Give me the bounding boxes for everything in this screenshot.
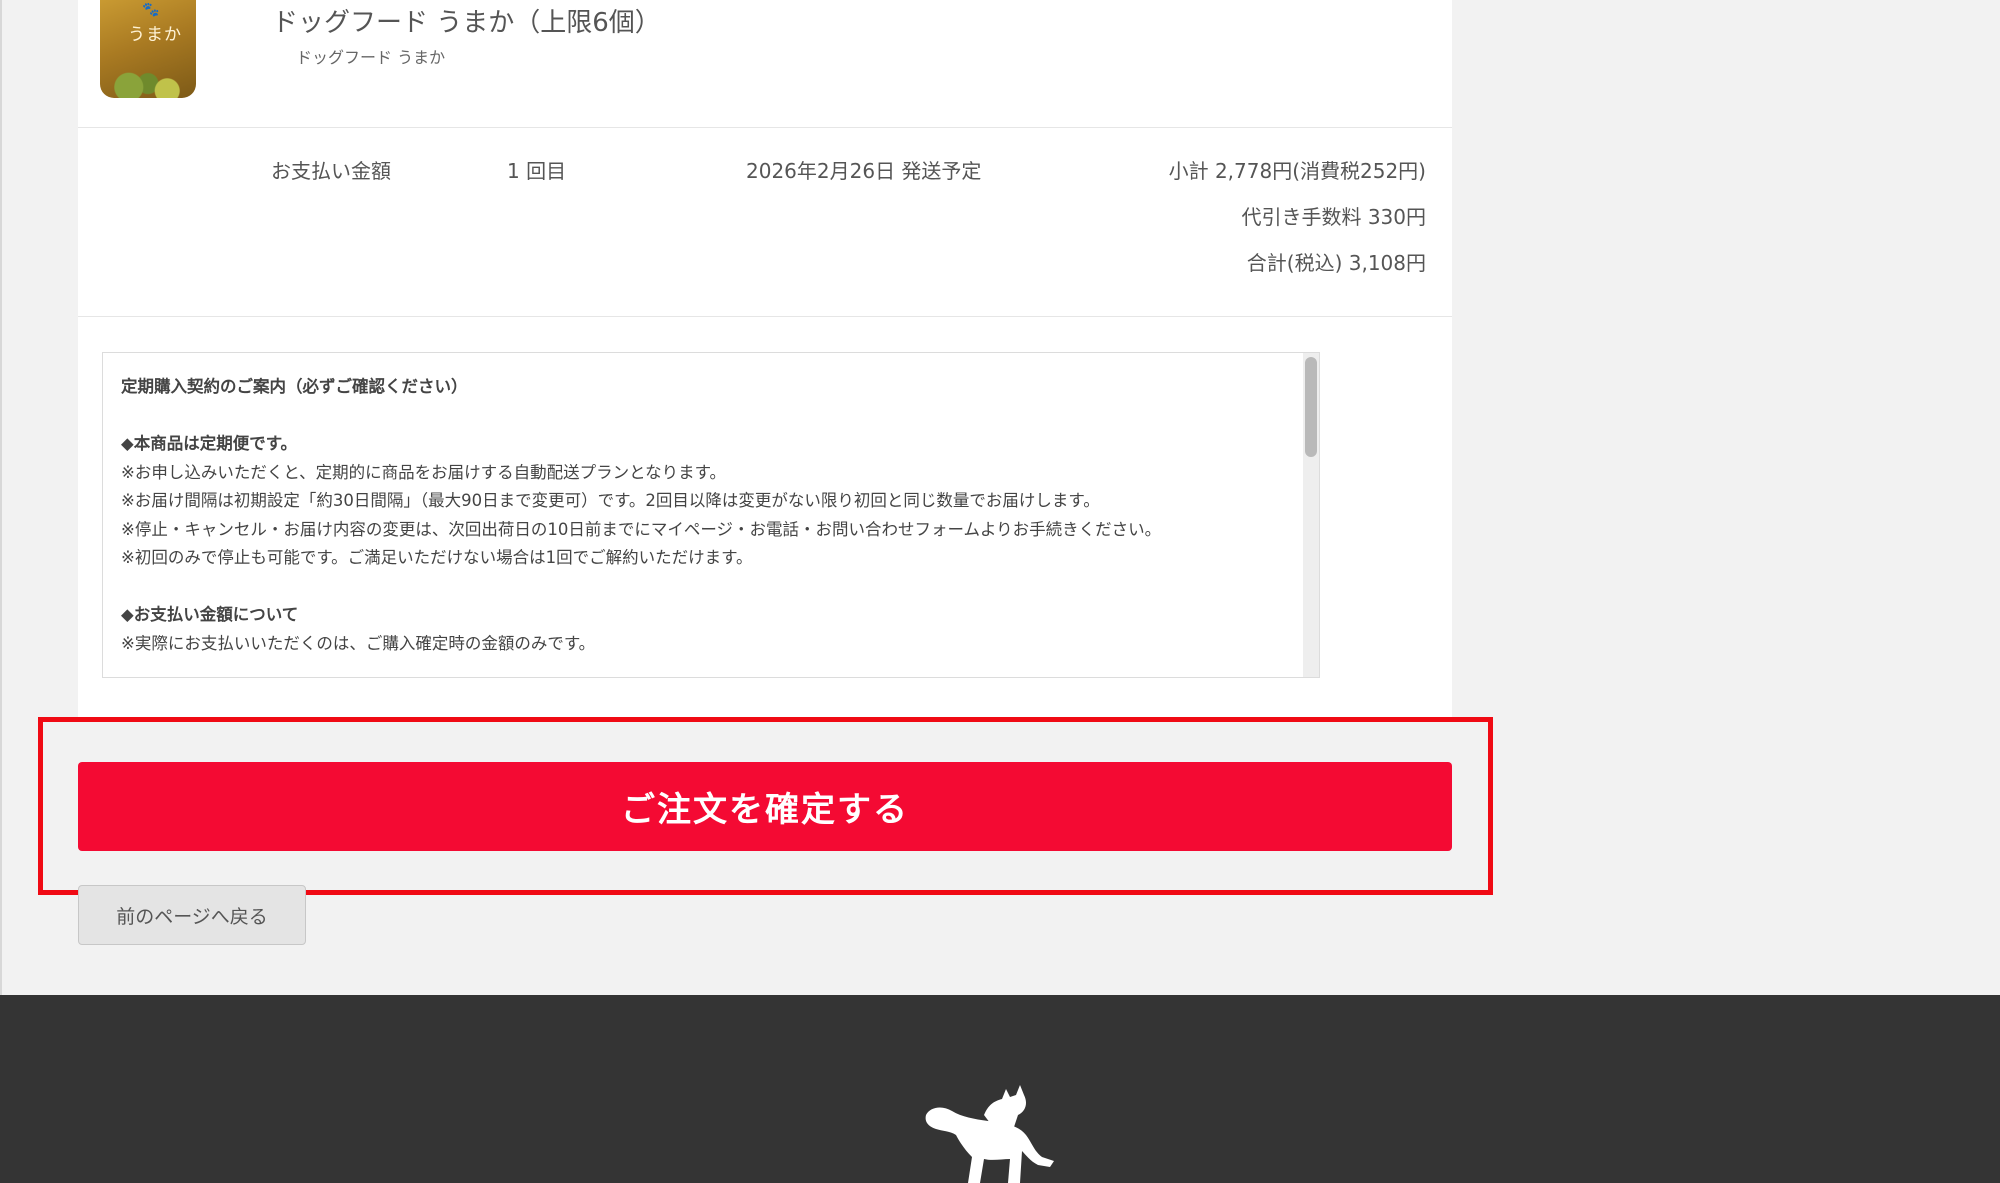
divider — [78, 316, 1452, 317]
product-sub-name: ドッグフード うまか — [296, 48, 446, 67]
confirm-order-button[interactable]: ご注文を確定する — [78, 762, 1452, 851]
product-image-mark-icon: 🐾 — [142, 2, 160, 18]
terms-scrollbar-thumb[interactable] — [1305, 357, 1317, 457]
total: 合計(税込) 3,108円 — [1246, 251, 1426, 275]
subscription-terms-box[interactable]: 定期購入契約のご案内（必ずご確認ください） ◆本商品は定期便です。 ※お申し込み… — [102, 352, 1320, 678]
payment-count: 1 回目 — [507, 159, 567, 183]
terms-line: ※お申し込みいただくと、定期的に商品をお届けする自動配送プランとなります。 — [121, 462, 727, 482]
product-image: 🐾 うまか — [100, 0, 196, 98]
dog-and-cat-logo-icon — [925, 1085, 1054, 1183]
terms-line: ※実際にお支払いいただくのは、ご購入確定時の金額のみです。 — [121, 633, 596, 653]
terms-content: 定期購入契約のご案内（必ずご確認ください） ◆本商品は定期便です。 ※お申し込み… — [121, 373, 1291, 658]
back-to-previous-page-button[interactable]: 前のページへ戻る — [78, 885, 306, 945]
subtotal: 小計 2,778円(消費税252円) — [1168, 159, 1426, 183]
page-left-edge — [0, 0, 2, 995]
terms-line: ※停止・キャンセル・お届け内容の変更は、次回出荷日の10日前までにマイページ・お… — [121, 519, 1162, 539]
terms-section-title: ◆お支払い金額について — [121, 605, 299, 624]
terms-line: ※お届け間隔は初期設定「約30日間隔」（最大90日まで変更可）です。2回目以降は… — [121, 491, 1100, 510]
terms-heading: 定期購入契約のご案内（必ずご確認ください） — [121, 377, 468, 396]
product-image-decoration — [100, 62, 196, 98]
product-name: ドッグフード うまか（上限6個） — [272, 8, 661, 38]
cod-fee: 代引き手数料 330円 — [1241, 205, 1426, 229]
terms-scrollbar[interactable] — [1303, 353, 1319, 677]
payment-label: お支払い金額 — [271, 159, 391, 183]
ship-date: 2026年2月26日 発送予定 — [746, 159, 982, 183]
divider — [78, 127, 1452, 128]
terms-section-title: ◆本商品は定期便です。 — [121, 434, 298, 453]
terms-line: ※初回のみで停止も可能です。ご満足いただけない場合は1回でご解約いただけます。 — [121, 548, 753, 567]
product-image-brand: うまか — [128, 25, 182, 45]
